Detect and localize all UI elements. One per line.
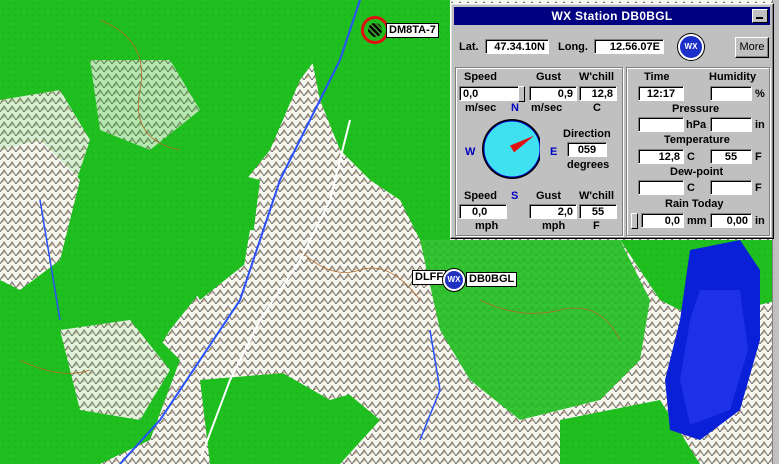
rain-label: Rain Today <box>665 198 724 210</box>
wind-compass <box>482 119 540 179</box>
window-titlebar[interactable]: WX Station DB0BGL <box>454 7 770 25</box>
lat-field[interactable]: 47.34.10N <box>485 39 549 54</box>
direction-label: Direction <box>563 128 611 140</box>
windchill-f-label: W'chill <box>579 190 615 202</box>
direction-unit: degrees <box>567 159 610 171</box>
rain-in-unit: in <box>755 215 765 227</box>
time-label: Time <box>644 71 670 83</box>
direction-field[interactable]: 059 <box>567 142 607 157</box>
rain-mm-unit: mm <box>687 215 707 227</box>
dewpoint-f-field[interactable] <box>710 180 752 195</box>
station-label-dlff[interactable]: DLFF <box>412 270 447 285</box>
gust-unit-ms: m/sec <box>531 102 563 114</box>
long-label: Long. <box>558 41 588 53</box>
windchill-c-field[interactable]: 12,8 <box>579 86 617 101</box>
rain-mm-field[interactable]: 0,0 <box>641 213 684 228</box>
pressure-in-unit: in <box>755 119 765 131</box>
humidity-field[interactable] <box>710 86 752 101</box>
temperature-c-field[interactable]: 12,8 <box>638 149 684 164</box>
compass-w-label: W <box>465 146 476 158</box>
compass-e-label: E <box>550 146 558 158</box>
dewpoint-label: Dew-point <box>670 166 724 178</box>
speed-slider-handle[interactable] <box>518 86 525 102</box>
station-marker-icon[interactable] <box>361 16 389 44</box>
wx-station-window: WX Station DB0BGL Lat. 47.34.10N Long. 1… <box>450 3 774 239</box>
windchill-unit-c: C <box>593 102 601 114</box>
minimize-button[interactable] <box>752 9 768 23</box>
speed-mph-field[interactable]: 0,0 <box>459 204 507 219</box>
dewpoint-f-unit: F <box>755 182 762 194</box>
gust-mph-label: Gust <box>536 190 562 202</box>
speed-ms-field[interactable]: 0,0 <box>459 86 519 101</box>
station-label-dm8ta[interactable]: DM8TA-7 <box>386 23 439 38</box>
gust-ms-field[interactable]: 0,9 <box>529 86 577 101</box>
compass-n-label: N <box>511 102 519 114</box>
speed-label: Speed <box>464 71 498 83</box>
pressure-label: Pressure <box>672 103 720 115</box>
temperature-f-unit: F <box>755 151 762 163</box>
temperature-c-unit: C <box>687 151 695 163</box>
lat-label: Lat. <box>459 41 479 53</box>
compass-s-label: S <box>511 190 519 202</box>
window-title: WX Station DB0BGL <box>551 9 673 23</box>
dewpoint-c-field[interactable] <box>638 180 684 195</box>
wx-station-icon[interactable]: WX <box>443 269 465 291</box>
station-label-db0bgl[interactable]: DB0BGL <box>466 272 518 287</box>
humidity-label: Humidity <box>709 71 757 83</box>
wx-icon[interactable]: WX <box>678 34 704 60</box>
speed-mph-label: Speed <box>464 190 498 202</box>
rain-slider-handle[interactable] <box>631 213 638 229</box>
windchill-label: W'chill <box>579 71 615 83</box>
humidity-unit: % <box>755 88 765 100</box>
windchill-unit-f: F <box>593 220 600 232</box>
temperature-f-field[interactable]: 55 <box>710 149 752 164</box>
pressure-in-field[interactable] <box>710 117 752 132</box>
pressure-hpa-unit: hPa <box>686 119 707 131</box>
time-field[interactable]: 12:17 <box>638 86 684 101</box>
temperature-label: Temperature <box>664 134 730 146</box>
long-field[interactable]: 12.56.07E <box>594 39 664 54</box>
dewpoint-c-unit: C <box>687 182 695 194</box>
gust-unit-mph: mph <box>542 220 566 232</box>
windchill-f-field[interactable]: 55 <box>579 204 617 219</box>
more-button[interactable]: More <box>735 37 769 58</box>
speed-unit-mph: mph <box>475 220 499 232</box>
speed-unit-ms: m/sec <box>465 102 497 114</box>
gust-mph-field[interactable]: 2,0 <box>529 204 577 219</box>
pressure-hpa-field[interactable] <box>638 117 684 132</box>
gust-label: Gust <box>536 71 562 83</box>
rain-in-field[interactable]: 0,00 <box>710 213 752 228</box>
